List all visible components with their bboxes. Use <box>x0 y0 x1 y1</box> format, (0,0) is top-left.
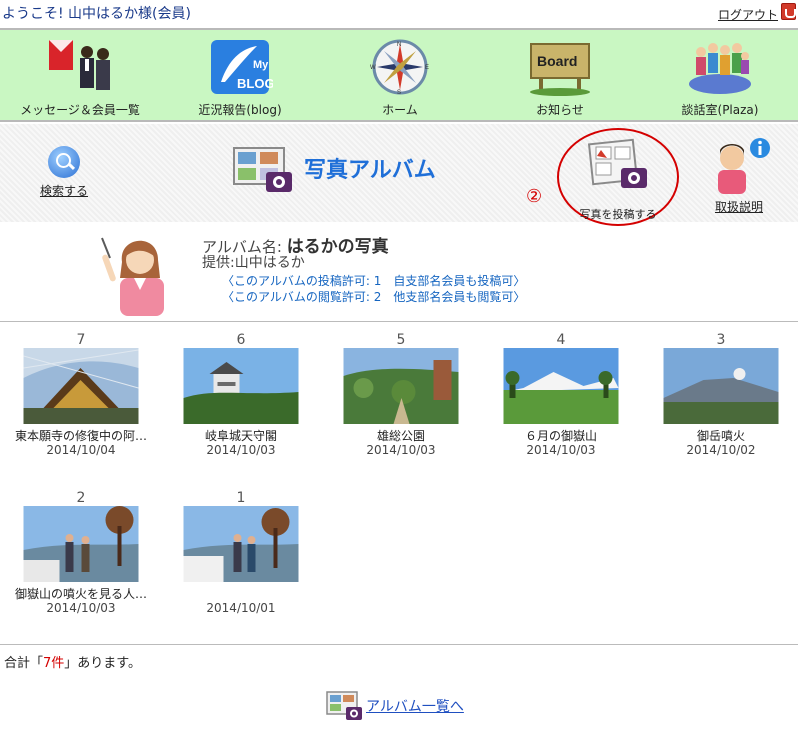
photo-caption: 御岳噴火 <box>696 429 745 443</box>
board-icon: Board <box>530 43 590 96</box>
blog-icon-text-top: My <box>253 59 269 71</box>
page-title: 写真アルバム <box>304 158 436 183</box>
album-toolbar: 検索する 写真アルバム ② 写真を投稿する 取扱説明 <box>0 124 798 226</box>
main-nav: メッセージ＆会員一覧 My BLOG 近況報告(blog) N E S W ホー… <box>0 28 798 122</box>
photo-date: 2014/10/03 <box>526 443 596 457</box>
welcome-message: ようこそ! 山中はるか様(会員) <box>2 6 191 22</box>
album-info: アルバム名: はるかの写真 提供:山中はるか 〈このアルバムの投稿許可: 1 自… <box>0 222 798 322</box>
total-prefix: 合計「 <box>4 656 44 671</box>
message-people-icon <box>49 40 110 90</box>
nav-label: ホーム <box>382 103 418 117</box>
compass-south: S <box>397 90 401 96</box>
nav-item-messages[interactable]: メッセージ＆会員一覧 <box>10 34 150 120</box>
photo-thumbnail[interactable] <box>23 348 139 424</box>
photo-caption: 岐阜城天守閣 <box>204 429 277 443</box>
photo-date: 2014/10/03 <box>366 443 436 457</box>
photo-album-icon <box>326 691 362 720</box>
search-button[interactable]: 検索する <box>36 146 92 216</box>
album-list-label: アルバム一覧へ <box>366 699 464 715</box>
photo-thumbnail[interactable] <box>343 348 459 424</box>
photo-thumbnail[interactable] <box>503 348 619 424</box>
photo-item-2: 2 御嶽山の噴火を見る人… 2014/10/03 <box>6 490 156 630</box>
photo-date: 2014/10/01 <box>206 601 276 615</box>
presenter-woman-icon <box>101 237 164 316</box>
nav-item-blog[interactable]: My BLOG 近況報告(blog) <box>170 34 310 120</box>
photo-number: 7 <box>76 332 86 348</box>
post-photo-label: 写真を投稿する <box>579 208 657 221</box>
view-permission: 〈このアルバムの閲覧許可: 2 他支部名会員も閲覧可〉 <box>222 290 526 304</box>
nav-label: 近況報告(blog) <box>198 103 282 117</box>
divider <box>0 644 798 645</box>
photo-date: 2014/10/04 <box>46 443 116 457</box>
photo-album-icon <box>233 147 292 192</box>
search-label: 検索する <box>39 184 88 198</box>
post-photo-button[interactable]: 写真を投稿する <box>557 128 679 226</box>
logout-icon[interactable] <box>781 3 796 20</box>
manual-label: 取扱説明 <box>714 200 763 214</box>
photo-date: 2014/10/03 <box>46 601 116 615</box>
top-bar: ようこそ! 山中はるか様(会員) ログアウト <box>0 0 798 26</box>
page-title-area: 写真アルバム <box>232 140 472 200</box>
photo-item-3: 3 御岳噴火 2014/10/02 <box>646 332 796 472</box>
photo-number: 5 <box>396 332 406 348</box>
photo-item-1: 1 2014/10/01 <box>166 490 316 630</box>
photo-thumbnail[interactable] <box>23 506 139 582</box>
photo-item-6: 6 岐阜城天守閣 2014/10/03 <box>166 332 316 472</box>
compass-west: W <box>370 65 376 71</box>
total-count-value: 7件 <box>43 656 65 671</box>
photo-number: 1 <box>236 490 246 506</box>
blog-icon: My BLOG <box>211 40 273 94</box>
photo-number: 4 <box>556 332 566 348</box>
logout-link[interactable]: ログアウト <box>718 6 778 23</box>
total-count: 合計「7件」あります。 <box>4 652 141 671</box>
nav-label: 談話室(Plaza) <box>681 103 759 117</box>
photo-number: 6 <box>236 332 246 348</box>
post-photo-icon <box>587 138 647 188</box>
step-number-badge: ② <box>526 186 543 207</box>
photo-caption: 東本願寺の修復中の阿… <box>14 429 147 443</box>
search-icon <box>48 146 80 178</box>
photo-thumbnail[interactable] <box>663 348 779 424</box>
photo-thumbnail[interactable] <box>183 506 299 582</box>
photo-caption: 雄総公園 <box>376 429 425 443</box>
blog-icon-text-bottom: BLOG <box>237 76 273 91</box>
album-list-link[interactable]: アルバム一覧へ <box>326 690 486 722</box>
nav-item-notices[interactable]: Board お知らせ <box>490 34 630 120</box>
compass-icon: N E S W <box>370 39 429 96</box>
photo-thumbnail[interactable] <box>183 348 299 424</box>
compass-north: N <box>397 42 401 48</box>
plaza-people-icon <box>689 43 751 94</box>
total-suffix: 」あります。 <box>64 656 141 671</box>
album-provider: 提供:山中はるか <box>202 255 305 271</box>
nav-item-home[interactable]: N E S W ホーム <box>330 34 470 120</box>
nav-label: お知らせ <box>536 103 584 117</box>
manual-button[interactable]: 取扱説明 <box>704 136 774 218</box>
nav-item-plaza[interactable]: 談話室(Plaza) <box>650 34 790 120</box>
nav-label: メッセージ＆会員一覧 <box>20 103 140 117</box>
photo-caption: ６月の御嶽山 <box>524 429 597 443</box>
photo-date: 2014/10/02 <box>686 443 756 457</box>
compass-east: E <box>425 65 429 71</box>
photo-item-4: 4 ６月の御嶽山 2014/10/03 <box>486 332 636 472</box>
help-person-icon <box>718 138 770 194</box>
photo-item-5: 5 雄総公園 2014/10/03 <box>326 332 476 472</box>
board-icon-text: Board <box>537 53 577 69</box>
post-permission: 〈このアルバムの投稿許可: 1 自支部名会員も投稿可〉 <box>222 274 526 288</box>
photo-number: 2 <box>76 490 86 506</box>
photo-caption: 御嶽山の噴火を見る人… <box>14 587 147 601</box>
photo-date: 2014/10/03 <box>206 443 276 457</box>
photo-item-7: 7 東本願寺の修復中の阿… 2014/10/04 <box>6 332 156 472</box>
photo-number: 3 <box>716 332 726 348</box>
